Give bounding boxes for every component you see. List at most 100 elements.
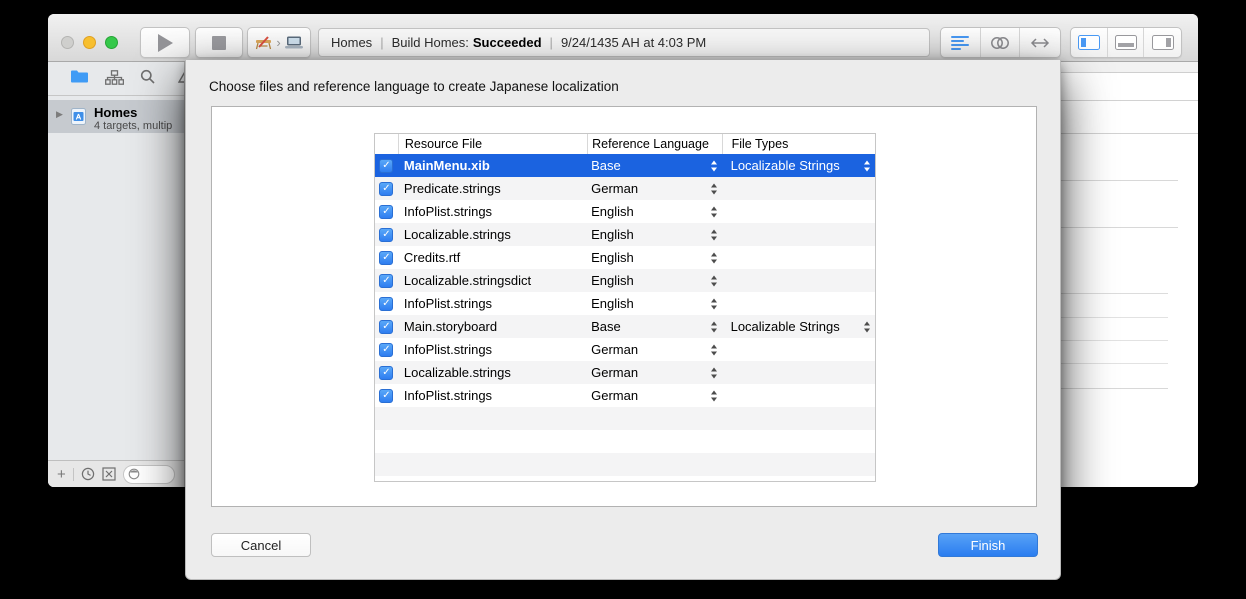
- project-row[interactable]: ▶ Homes 4 targets, multip: [48, 100, 185, 133]
- row-checkbox[interactable]: ✓: [379, 159, 393, 173]
- minimize-window-button[interactable]: [83, 36, 96, 49]
- clock-icon: [81, 467, 95, 481]
- row-checkbox-cell: ✓: [375, 228, 398, 242]
- reference-language-value: German: [591, 388, 638, 403]
- reference-language-cell: German: [587, 388, 721, 403]
- row-checkbox[interactable]: ✓: [379, 251, 393, 265]
- scheme-selector[interactable]: ›: [247, 27, 311, 58]
- utilities-toggle-button[interactable]: [1144, 28, 1181, 57]
- run-button[interactable]: [140, 27, 190, 58]
- project-detail-label: 4 targets, multip: [94, 120, 172, 132]
- table-row[interactable]: ✓ InfoPlist.strings German: [375, 338, 875, 361]
- reference-language-cell: English: [587, 204, 721, 219]
- reference-language-value: Base: [591, 319, 621, 334]
- language-stepper[interactable]: [711, 275, 717, 286]
- activity-viewer: Homes | Build Homes: Succeeded | 9/24/14…: [318, 28, 930, 57]
- zoom-window-button[interactable]: [105, 36, 118, 49]
- table-row[interactable]: ✓ InfoPlist.strings English: [375, 200, 875, 223]
- close-window-button[interactable]: [61, 36, 74, 49]
- issue-navigator-tab[interactable]: [178, 69, 185, 83]
- language-stepper[interactable]: [711, 390, 717, 401]
- row-checkbox-cell: ✓: [375, 274, 398, 288]
- add-button[interactable]: +: [57, 467, 66, 482]
- reference-language-value: German: [591, 342, 638, 357]
- file-type-stepper[interactable]: [864, 321, 870, 332]
- language-stepper[interactable]: [711, 229, 717, 240]
- row-checkbox-cell: ✓: [375, 320, 398, 334]
- resource-file-cell: Predicate.strings: [398, 181, 587, 196]
- find-navigator-tab[interactable]: [140, 69, 156, 85]
- reference-language-value: German: [591, 365, 638, 380]
- cancel-button[interactable]: Cancel: [211, 533, 311, 557]
- disclosure-icon[interactable]: ▶: [56, 109, 63, 120]
- finish-button[interactable]: Finish: [938, 533, 1038, 557]
- reference-language-value: English: [591, 250, 634, 265]
- table-row[interactable]: ✓ Credits.rtf English: [375, 246, 875, 269]
- table-row[interactable]: ✓ Localizable.strings German: [375, 361, 875, 384]
- recent-files-filter-button[interactable]: [81, 467, 95, 481]
- language-stepper[interactable]: [711, 344, 717, 355]
- version-editor-button[interactable]: [1020, 28, 1060, 57]
- status-build-prefix: Build Homes:: [392, 35, 469, 50]
- status-build-result: Succeeded: [473, 35, 542, 50]
- navigator-filter-bar: +: [48, 460, 185, 487]
- reference-language-cell: Base: [587, 319, 721, 334]
- row-checkbox-cell: ✓: [375, 297, 398, 311]
- row-checkbox[interactable]: ✓: [379, 228, 393, 242]
- resource-file-cell: MainMenu.xib: [398, 158, 587, 173]
- file-types-column-header: File Types: [722, 134, 875, 154]
- filter-field[interactable]: [123, 465, 175, 484]
- row-checkbox-cell: ✓: [375, 389, 398, 403]
- scm-status-filter-button[interactable]: [102, 467, 116, 481]
- stop-button[interactable]: [195, 27, 243, 58]
- row-checkbox-cell: ✓: [375, 205, 398, 219]
- traffic-lights: [61, 36, 118, 49]
- table-row[interactable]: ✓ Main.storyboard Base Localizable Strin…: [375, 315, 875, 338]
- reference-language-cell: German: [587, 365, 721, 380]
- row-checkbox[interactable]: ✓: [379, 343, 393, 357]
- language-stepper[interactable]: [711, 160, 717, 171]
- resource-file-cell: Main.storyboard: [398, 319, 587, 334]
- debug-panel-icon: [1115, 35, 1137, 50]
- language-stepper[interactable]: [711, 367, 717, 378]
- debug-area-toggle-button[interactable]: [1108, 28, 1145, 57]
- table-row[interactable]: ✓ InfoPlist.strings German: [375, 384, 875, 407]
- reference-language-cell: English: [587, 250, 721, 265]
- table-row[interactable]: ✓ MainMenu.xib Base Localizable Strings: [375, 154, 875, 177]
- reference-language-value: English: [591, 273, 634, 288]
- symbols-icon: [105, 70, 124, 85]
- table-row[interactable]: ✓ InfoPlist.strings English: [375, 292, 875, 315]
- table-row[interactable]: ✓ Localizable.strings English: [375, 223, 875, 246]
- assistant-editor-button[interactable]: [981, 28, 1021, 57]
- navigator-toggle-button[interactable]: [1071, 28, 1108, 57]
- row-checkbox-cell: ✓: [375, 182, 398, 196]
- project-navigator-tab[interactable]: [70, 69, 89, 84]
- row-checkbox[interactable]: ✓: [379, 366, 393, 380]
- table-row[interactable]: ✓ Predicate.strings German: [375, 177, 875, 200]
- symbol-navigator-tab[interactable]: [105, 70, 124, 85]
- row-checkbox[interactable]: ✓: [379, 274, 393, 288]
- table-header: Resource File Reference Language File Ty…: [375, 134, 875, 154]
- row-checkbox[interactable]: ✓: [379, 205, 393, 219]
- filter-icon: [128, 468, 140, 480]
- language-stepper[interactable]: [711, 206, 717, 217]
- row-checkbox[interactable]: ✓: [379, 320, 393, 334]
- file-type-stepper[interactable]: [864, 160, 870, 171]
- view-toggles-segment: [1070, 27, 1182, 58]
- language-stepper[interactable]: [711, 321, 717, 332]
- reference-language-value: English: [591, 204, 634, 219]
- table-row[interactable]: ✓ Localizable.stringsdict English: [375, 269, 875, 292]
- language-stepper[interactable]: [711, 252, 717, 263]
- language-stepper[interactable]: [711, 298, 717, 309]
- empty-row: [375, 407, 875, 430]
- row-checkbox[interactable]: ✓: [379, 297, 393, 311]
- localization-table-body: ✓ MainMenu.xib Base Localizable Strings …: [375, 154, 875, 482]
- language-stepper[interactable]: [711, 183, 717, 194]
- navigator-tab-bar: [48, 62, 185, 96]
- dialog-title: Choose files and reference language to c…: [209, 79, 619, 94]
- row-checkbox[interactable]: ✓: [379, 182, 393, 196]
- row-checkbox[interactable]: ✓: [379, 389, 393, 403]
- standard-editor-button[interactable]: [941, 28, 981, 57]
- standard-editor-icon: [951, 36, 969, 50]
- box-x-icon: [102, 467, 116, 481]
